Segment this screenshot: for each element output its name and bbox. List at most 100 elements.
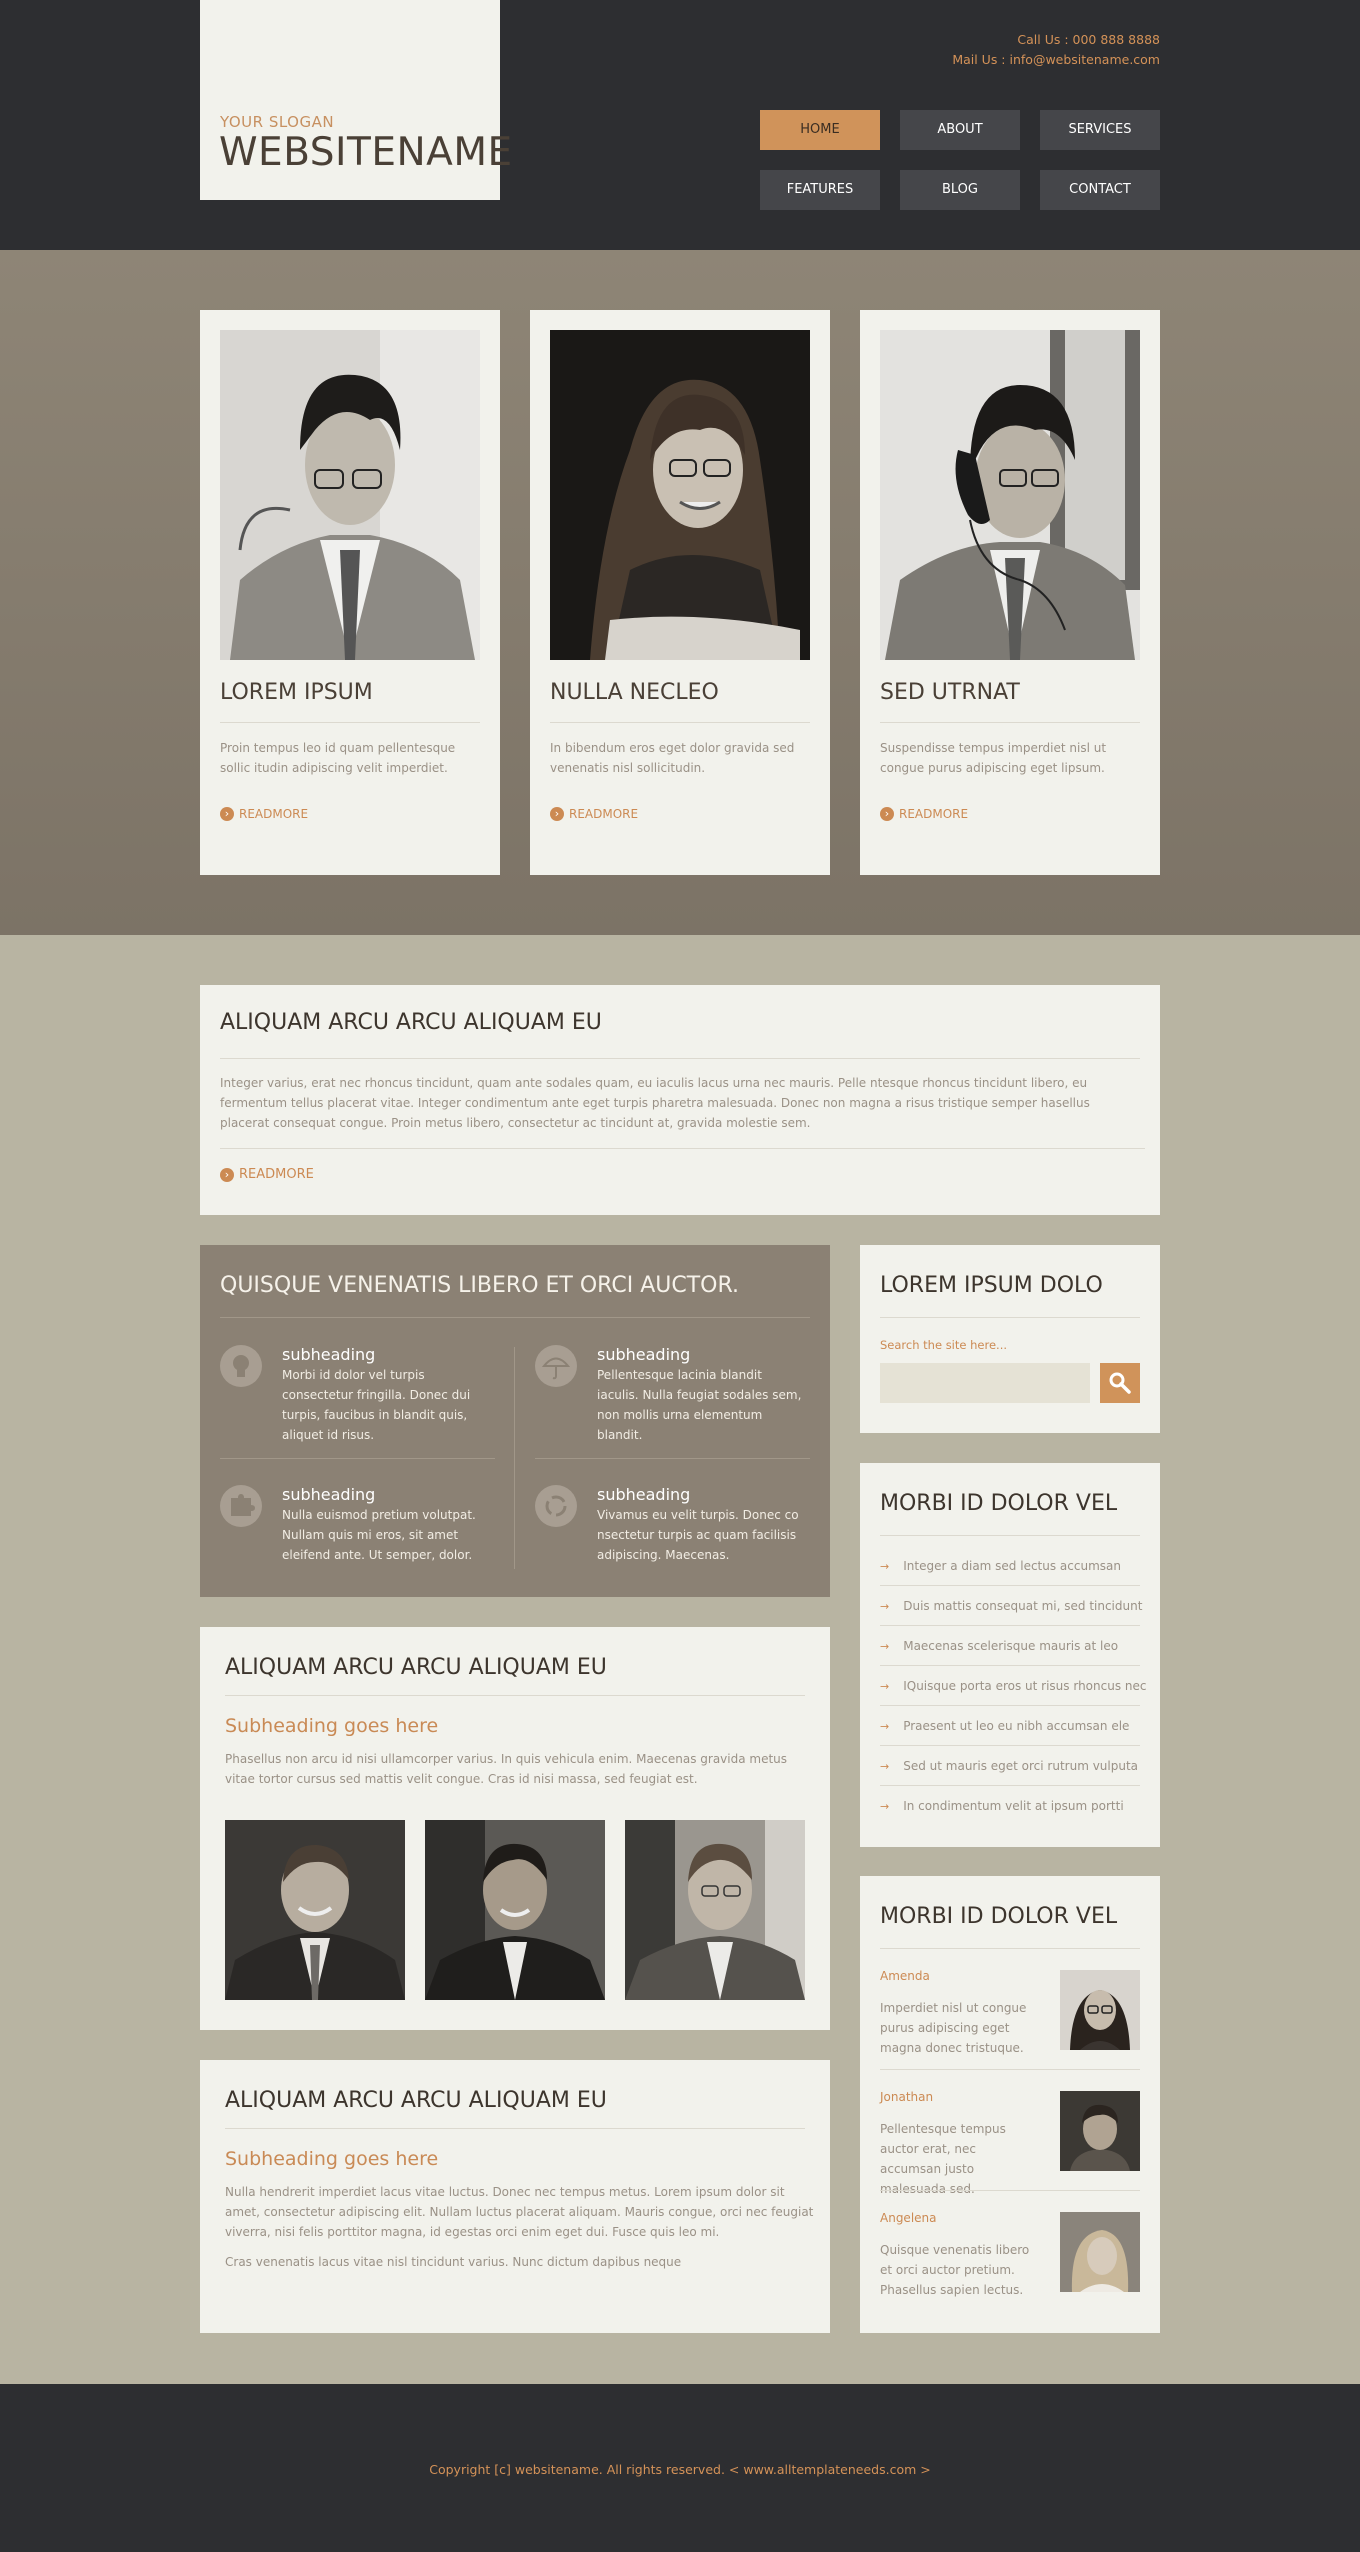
article-title: ALIQUAM ARCU ARCU ALIQUAM EU: [225, 1655, 607, 1680]
person-avatar[interactable]: [1060, 2091, 1140, 2171]
phone-text: Call Us : 000 888 8888: [1017, 32, 1160, 47]
readmore-link[interactable]: › READMORE: [220, 807, 308, 821]
person-avatar[interactable]: [1060, 2212, 1140, 2292]
feature-text: Nulla euismod pretium volutpat. Nullam q…: [282, 1508, 476, 1562]
person-text: Quisque venenatis libero et orci auctor …: [880, 2243, 1030, 2297]
arrow-circle-icon: ›: [220, 807, 234, 821]
divider: [880, 1317, 1140, 1318]
article-title: ALIQUAM ARCU ARCU ALIQUAM EU: [225, 2088, 607, 2113]
person-name[interactable]: Jonathan: [880, 2090, 933, 2104]
feature-heading: subheading: [597, 1485, 691, 1504]
readmore-link[interactable]: › READMORE: [550, 807, 638, 821]
article-text: Nulla hendrerit imperdiet lacus vitae lu…: [225, 2185, 814, 2239]
site-header: YOUR SLOGAN WEBSITENAME Call Us : 000 88…: [0, 0, 1360, 250]
divider: [225, 1695, 805, 1696]
divider: [535, 1458, 810, 1459]
copyright-text[interactable]: Copyright [c] websitename. All rights re…: [0, 2462, 1360, 2477]
divider: [220, 1058, 1140, 1059]
person-name[interactable]: Angelena: [880, 2211, 937, 2225]
team-card: LOREM IPSUM Proin tempus leo id quam pel…: [200, 310, 500, 875]
list-item[interactable]: → IQuisque porta eros ut risus rhoncus ne…: [880, 1666, 1147, 1706]
search-icon: [1109, 1372, 1131, 1394]
list-item[interactable]: → Maecenas scelerisque mauris at leo: [880, 1626, 1140, 1666]
list-item-label: Integer a diam sed lectus accumsan: [903, 1559, 1121, 1573]
list-item[interactable]: → Sed ut mauris eget orci rutrum vulputa: [880, 1746, 1140, 1786]
search-panel: LOREM IPSUM DOLO Search the site here...: [860, 1245, 1160, 1433]
article-text: Cras venenatis lacus vitae nisl tincidun…: [225, 2255, 682, 2269]
readmore-link[interactable]: › READMORE: [220, 1167, 314, 1182]
divider: [880, 722, 1140, 723]
list-item[interactable]: → Praesent ut leo eu nibh accumsan ele: [880, 1706, 1140, 1746]
readmore-label: READMORE: [239, 1167, 314, 1182]
card-text: Proin tempus leo id quam pellentesque so…: [220, 741, 456, 775]
card-title: SED UTRNAT: [880, 680, 1020, 705]
search-input[interactable]: [880, 1363, 1090, 1403]
intro-title: ALIQUAM ARCU ARCU ALIQUAM EU: [220, 1010, 602, 1035]
nav-features[interactable]: FEATURES: [760, 170, 880, 210]
list-item-label: Duis mattis consequat mi, sed tincidunt: [903, 1599, 1143, 1613]
arrow-icon: →: [880, 1560, 890, 1573]
feature-heading: subheading: [282, 1345, 376, 1364]
divider: [880, 2190, 1140, 2191]
team-photo[interactable]: [550, 330, 810, 660]
logo-block[interactable]: YOUR SLOGAN WEBSITENAME: [200, 0, 512, 200]
readmore-label: READMORE: [239, 807, 309, 821]
person-avatar[interactable]: [1060, 1970, 1140, 2050]
person-name[interactable]: Amenda: [880, 1969, 930, 1983]
readmore-label: READMORE: [899, 807, 969, 821]
list-item[interactable]: → Duis mattis consequat mi, sed tincidunt: [880, 1586, 1143, 1626]
nav-home[interactable]: HOME: [760, 110, 880, 150]
search-button[interactable]: [1100, 1363, 1140, 1403]
list-item-label: Sed ut mauris eget orci rutrum vulputa: [903, 1759, 1139, 1773]
divider: [880, 1948, 1140, 1949]
email-link[interactable]: Mail Us : info@websitename.com: [952, 50, 1160, 70]
feature-heading: subheading: [282, 1485, 376, 1504]
arrow-icon: →: [880, 1800, 890, 1813]
divider: [225, 2128, 805, 2129]
list-panel: MORBI ID DOLOR VEL → Integer a diam sed l…: [860, 1463, 1160, 1847]
article-subheading: Subheading goes here: [225, 2148, 439, 2170]
recycle-icon: [535, 1485, 577, 1527]
arrow-icon: →: [880, 1720, 890, 1733]
nav-services[interactable]: SERVICES: [1040, 110, 1160, 150]
team-card: SED UTRNAT Suspendisse tempus imperdiet …: [860, 310, 1160, 875]
team-photo[interactable]: [220, 330, 480, 660]
features-panel: QUISQUE VENENATIS LIBERO ET ORCI AUCTOR.…: [200, 1245, 830, 1597]
gallery-photo[interactable]: [225, 1820, 405, 2000]
list-item[interactable]: → In condimentum velit at ipsum portti: [880, 1786, 1140, 1826]
person-text: Imperdiet nisl ut congue purus adipiscin…: [880, 2001, 1027, 2055]
feature-text: Morbi id dolor vel turpis consectetur fr…: [282, 1368, 471, 1442]
feature-text: Vivamus eu velit turpis. Donec co nsecte…: [597, 1508, 799, 1562]
divider: [220, 722, 480, 723]
search-title: LOREM IPSUM DOLO: [880, 1273, 1103, 1298]
divider: [550, 722, 810, 723]
arrow-icon: →: [880, 1640, 890, 1653]
testimonials-panel: MORBI ID DOLOR VEL Amenda Imperdiet nisl…: [860, 1876, 1160, 2333]
team-card: NULLA NECLEO In bibendum eros eget dolor…: [530, 310, 830, 875]
team-photo[interactable]: [880, 330, 1140, 660]
list-item-label: Maecenas scelerisque mauris at leo: [903, 1639, 1119, 1653]
site-name[interactable]: WEBSITENAME: [219, 130, 513, 175]
contact-info: Call Us : 000 888 8888 Mail Us : info@we…: [952, 30, 1160, 70]
divider: [880, 2069, 1140, 2070]
lightbulb-icon: [220, 1345, 262, 1387]
puzzle-icon: [220, 1485, 262, 1527]
nav-about[interactable]: ABOUT: [900, 110, 1020, 150]
person-text: Pellentesque tempus auctor erat, nec acc…: [880, 2122, 1006, 2196]
gallery-photo[interactable]: [625, 1820, 805, 2000]
divider: [880, 1535, 1140, 1536]
nav-contact[interactable]: CONTACT: [1040, 170, 1160, 210]
card-title: LOREM IPSUM: [220, 680, 373, 705]
gallery-photo[interactable]: [425, 1820, 605, 2000]
divider: [514, 1347, 515, 1569]
list-item[interactable]: → Integer a diam sed lectus accumsan: [880, 1546, 1140, 1586]
card-text: In bibendum eros eget dolor gravida sed …: [550, 741, 795, 775]
divider: [220, 1148, 1145, 1149]
nav-blog[interactable]: BLOG: [900, 170, 1020, 210]
site-slogan: YOUR SLOGAN: [220, 113, 335, 131]
list-item-label: Praesent ut leo eu nibh accumsan ele: [903, 1719, 1130, 1733]
card-text: Suspendisse tempus imperdiet nisl ut con…: [880, 741, 1107, 775]
arrow-circle-icon: ›: [880, 807, 894, 821]
article-subheading: Subheading goes here: [225, 1715, 439, 1737]
readmore-link[interactable]: › READMORE: [880, 807, 968, 821]
